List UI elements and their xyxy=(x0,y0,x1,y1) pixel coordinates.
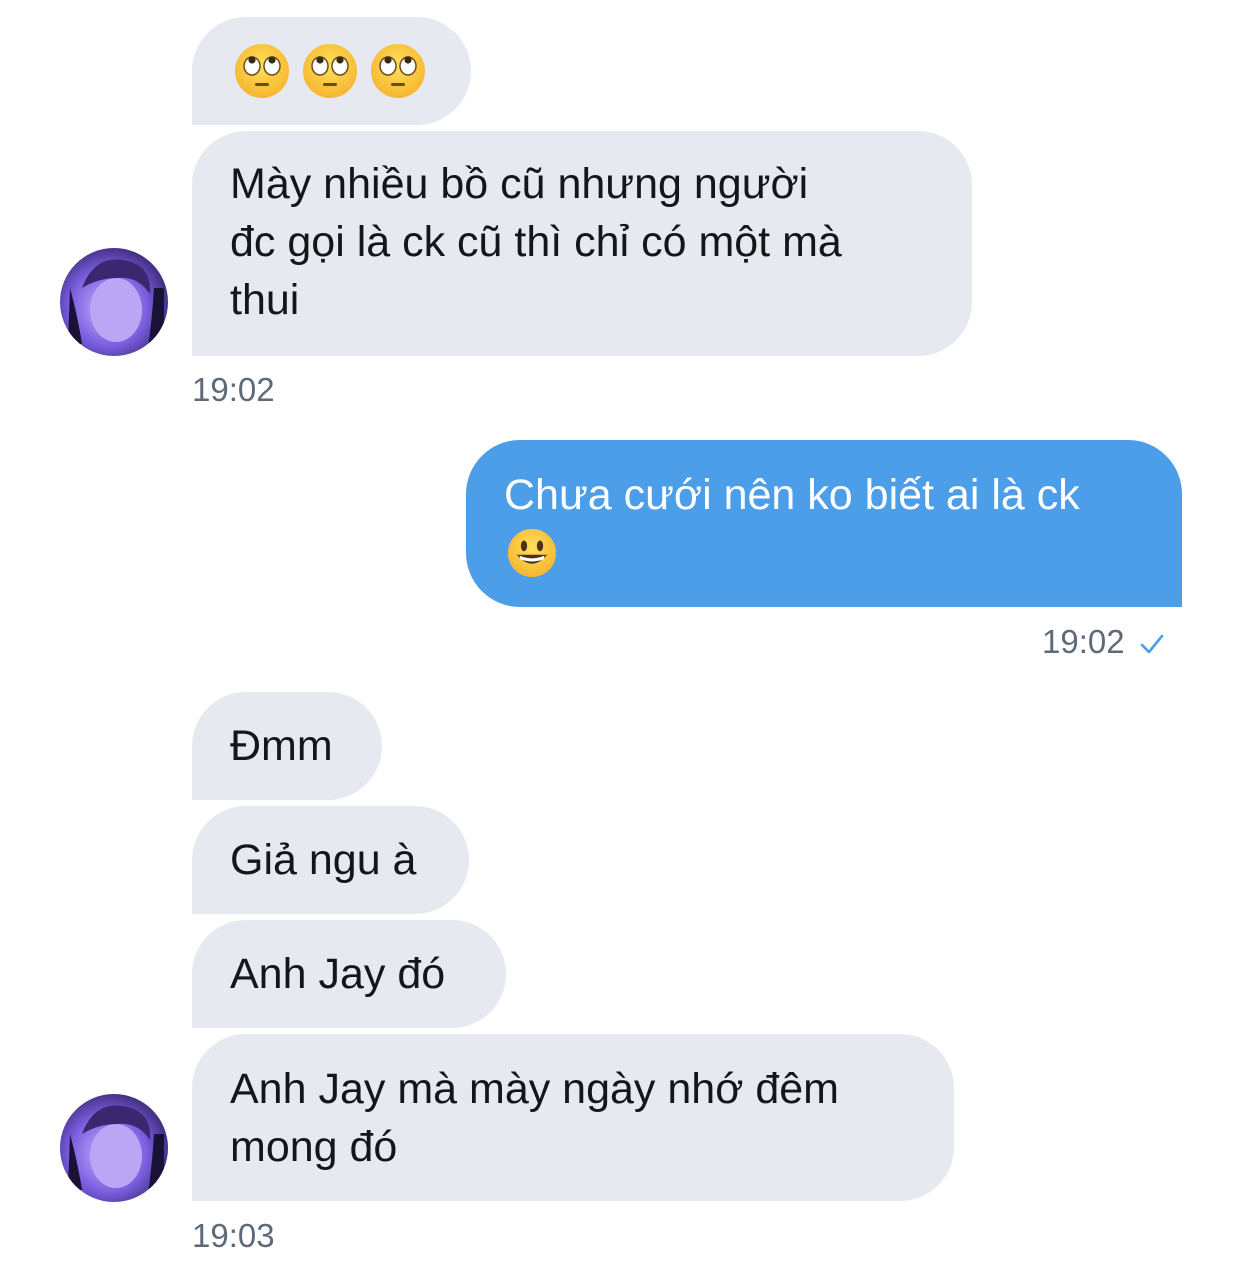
incoming-message-emoji[interactable] xyxy=(192,17,471,125)
rolling-eyes-emoji-icon xyxy=(303,44,357,98)
contact-avatar[interactable] xyxy=(60,1094,168,1202)
outgoing-message[interactable]: Chưa cưới nên ko biết ai là ck xyxy=(466,440,1182,607)
grinning-face-emoji-icon xyxy=(507,528,557,578)
chat-thread: Mày nhiều bồ cũ nhưng người đc gọi là ck… xyxy=(0,0,1242,1274)
incoming-message[interactable]: Mày nhiều bồ cũ nhưng người đc gọi là ck… xyxy=(192,131,972,356)
message-text: Anh Jay đó xyxy=(230,950,446,998)
contact-avatar[interactable] xyxy=(60,248,168,356)
avatar-photo-icon xyxy=(60,1094,168,1202)
incoming-message[interactable]: Anh Jay mà mày ngày nhớ đêm mong đó xyxy=(192,1034,954,1201)
message-text: Mày nhiều bồ cũ nhưng người đc gọi là ck… xyxy=(230,160,842,324)
message-timestamp: 19:03 xyxy=(192,1217,275,1254)
message-timestamp: 19:02 xyxy=(192,371,275,408)
incoming-message[interactable]: Đmm xyxy=(192,692,382,800)
rolling-eyes-emoji-icon xyxy=(235,44,289,98)
message-timestamp: 19:02 xyxy=(1042,622,1165,662)
rolling-eyes-emoji-icon xyxy=(371,44,425,98)
message-text: Đmm xyxy=(230,722,333,770)
message-text: Chưa cưới nên ko biết ai là ck xyxy=(504,471,1080,519)
message-text: Giả ngu à xyxy=(230,836,417,884)
message-text: Anh Jay mà mày ngày nhớ đêm mong đó xyxy=(230,1065,839,1171)
timestamp-text: 19:02 xyxy=(1042,623,1125,660)
checkmark-icon xyxy=(1140,634,1163,654)
avatar-photo-icon xyxy=(60,248,168,356)
incoming-message[interactable]: Anh Jay đó xyxy=(192,920,506,1028)
incoming-message[interactable]: Giả ngu à xyxy=(192,806,469,914)
